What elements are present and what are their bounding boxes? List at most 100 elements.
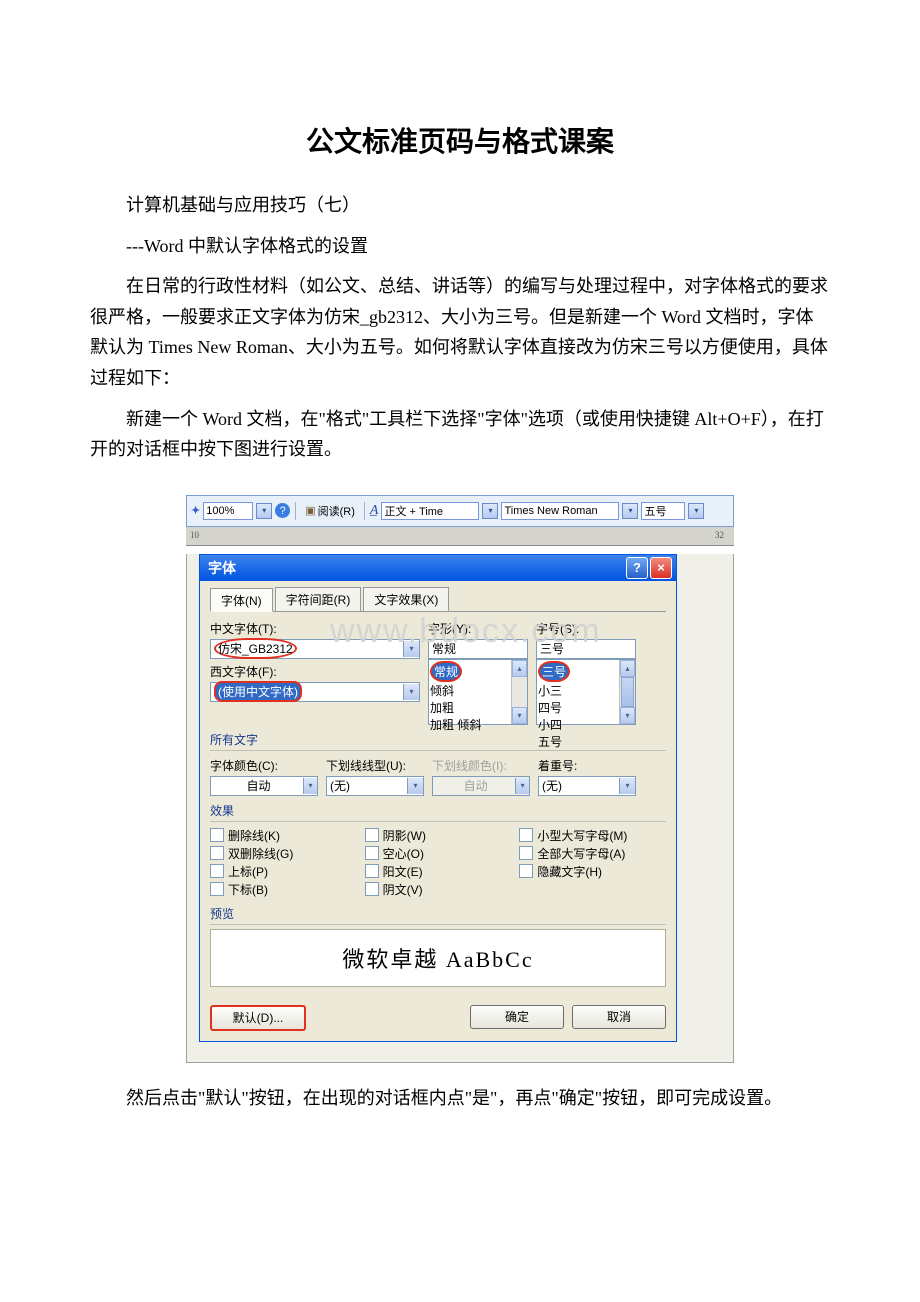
- dstrike-checkbox[interactable]: 双删除线(G): [210, 845, 357, 862]
- scroll-up-icon[interactable]: ▴: [512, 660, 527, 677]
- dialog-body: 字体(N) 字符间距(R) 文字效果(X) 中文字体(T): 仿宋_GB2312…: [200, 581, 676, 1041]
- underline-style-label: 下划线线型(U):: [326, 757, 424, 774]
- underline-style-combo[interactable]: (无) ▾: [326, 776, 424, 796]
- style-listbox[interactable]: 常规 倾斜 加粗 加粗 倾斜 ▴ ▾: [428, 659, 528, 725]
- style-value: 正文 + Time: [384, 503, 443, 519]
- format-painter-icon[interactable]: ✦: [191, 504, 200, 517]
- font-dropdown-arrow-icon[interactable]: ▾: [622, 503, 638, 519]
- divider: [210, 924, 666, 925]
- scroll-thumb[interactable]: [621, 677, 634, 707]
- shadow-checkbox[interactable]: 阴影(W): [365, 827, 512, 844]
- latin-font-label: 西文字体(F):: [210, 663, 420, 680]
- subscript-checkbox[interactable]: 下标(B): [210, 881, 357, 898]
- style-icon[interactable]: A̲: [370, 503, 379, 519]
- engrave-checkbox[interactable]: 阴文(V): [365, 881, 512, 898]
- close-button[interactable]: ×: [650, 557, 672, 579]
- cjk-font-value: 仿宋_GB2312: [214, 638, 297, 659]
- paragraph: ---Word 中默认字体格式的设置: [90, 231, 830, 262]
- font-color-label: 字体颜色(C):: [210, 757, 318, 774]
- cancel-button[interactable]: 取消: [572, 1005, 666, 1029]
- divider: [210, 821, 666, 822]
- chevron-down-icon[interactable]: ▾: [403, 684, 419, 700]
- list-item[interactable]: 五号: [538, 733, 634, 750]
- paragraph: 然后点击"默认"按钮，在出现的对话框内点"是"，再点"确定"按钮，即可完成设置。: [90, 1083, 830, 1114]
- chevron-down-icon[interactable]: ▾: [303, 778, 317, 794]
- latin-font-combo[interactable]: (使用中文字体) ▾: [210, 682, 420, 702]
- ruler-mark: 32: [715, 530, 724, 540]
- underline-color-value: 自动: [436, 777, 515, 794]
- zoom-combo[interactable]: 100%: [203, 502, 253, 520]
- chevron-down-icon[interactable]: ▾: [403, 641, 419, 657]
- reading-label: 阅读(R): [318, 503, 355, 519]
- default-button[interactable]: 默认(D)...: [210, 1005, 306, 1031]
- chevron-down-icon[interactable]: ▾: [407, 778, 423, 794]
- size-label: 字号(S):: [536, 620, 636, 637]
- strike-checkbox[interactable]: 删除线(K): [210, 827, 357, 844]
- superscript-checkbox[interactable]: 上标(P): [210, 863, 357, 880]
- font-color-value: 自动: [214, 777, 303, 794]
- underline-color-combo: 自动 ▾: [432, 776, 530, 796]
- size-combo[interactable]: 五号: [641, 502, 685, 520]
- tab-text-effects[interactable]: 文字效果(X): [363, 587, 449, 611]
- page-title: 公文标准页码与格式课案: [90, 120, 830, 160]
- zoom-dropdown-arrow-icon[interactable]: ▾: [256, 503, 272, 519]
- help-button[interactable]: ?: [626, 557, 648, 579]
- ruler-mark: 10: [190, 530, 199, 540]
- font-combo[interactable]: Times New Roman: [501, 502, 619, 520]
- divider: [210, 750, 666, 751]
- paragraph: 在日常的行政性材料（如公文、总结、讲话等）的编写与处理过程中，对字体格式的要求很…: [90, 271, 830, 393]
- effects-group-label: 效果: [210, 802, 666, 819]
- tab-char-spacing[interactable]: 字符间距(R): [275, 587, 362, 611]
- size-dropdown-arrow-icon[interactable]: ▾: [688, 503, 704, 519]
- screenshot-container: ✦ 100% ▾ ? ▣ 阅读(R) A̲ 正文 + Time ▾ Times …: [186, 495, 734, 1063]
- zoom-value: 100%: [206, 505, 234, 517]
- scroll-down-icon[interactable]: ▾: [512, 707, 527, 724]
- paragraph: 计算机基础与应用技巧（七）: [90, 190, 830, 221]
- cjk-font-label: 中文字体(T):: [210, 620, 420, 637]
- emphasis-label: 着重号:: [538, 757, 636, 774]
- style-dropdown-arrow-icon[interactable]: ▾: [482, 503, 498, 519]
- chevron-down-icon[interactable]: ▾: [619, 778, 635, 794]
- dialog-title: 字体: [208, 558, 236, 578]
- outline-checkbox[interactable]: 空心(O): [365, 845, 512, 862]
- reading-layout-button[interactable]: ▣ 阅读(R): [301, 501, 359, 521]
- underline-style-value: (无): [330, 777, 350, 794]
- emphasis-value: (无): [542, 777, 562, 794]
- preview-text: 微软卓越 AaBbCc: [342, 942, 533, 974]
- emboss-checkbox[interactable]: 阳文(E): [365, 863, 512, 880]
- tab-font[interactable]: 字体(N): [210, 588, 273, 612]
- style-input[interactable]: 常规: [428, 639, 528, 659]
- document-area: 字体 ? × 字体(N) 字符间距(R) 文字效果(X) 中文字体(T):: [186, 554, 734, 1063]
- allcaps-checkbox[interactable]: 全部大写字母(A): [519, 845, 666, 862]
- style-combo[interactable]: 正文 + Time: [381, 502, 479, 520]
- ok-button[interactable]: 确定: [470, 1005, 564, 1029]
- underline-color-label: 下划线颜色(I):: [432, 757, 530, 774]
- hidden-checkbox[interactable]: 隐藏文字(H): [519, 863, 666, 880]
- font-dialog: 字体 ? × 字体(N) 字符间距(R) 文字效果(X) 中文字体(T):: [199, 554, 677, 1042]
- style-label: 字形(Y):: [428, 620, 528, 637]
- list-item[interactable]: 常规: [430, 661, 462, 682]
- preview-group-label: 预览: [210, 905, 666, 922]
- style-value: 常规: [432, 640, 456, 657]
- book-icon: ▣: [305, 504, 315, 517]
- size-listbox[interactable]: 三号 小三 四号 小四 五号 ▴ ▾: [536, 659, 636, 725]
- scrollbar[interactable]: ▴ ▾: [619, 660, 635, 724]
- word-toolbar: ✦ 100% ▾ ? ▣ 阅读(R) A̲ 正文 + Time ▾ Times …: [186, 495, 734, 527]
- size-input[interactable]: 三号: [536, 639, 636, 659]
- scroll-down-icon[interactable]: ▾: [620, 707, 635, 724]
- font-color-combo[interactable]: 自动 ▾: [210, 776, 318, 796]
- emphasis-combo[interactable]: (无) ▾: [538, 776, 636, 796]
- dialog-titlebar[interactable]: 字体 ? ×: [200, 555, 676, 581]
- ruler: 10 32: [186, 527, 734, 546]
- scroll-up-icon[interactable]: ▴: [620, 660, 635, 677]
- scrollbar[interactable]: ▴ ▾: [511, 660, 527, 724]
- dialog-footer: 默认(D)... 确定 取消: [210, 1005, 666, 1031]
- chevron-down-icon: ▾: [515, 778, 529, 794]
- preview-box: 微软卓越 AaBbCc: [210, 929, 666, 987]
- cjk-font-combo[interactable]: 仿宋_GB2312 ▾: [210, 639, 420, 659]
- size-value: 五号: [644, 503, 666, 519]
- smallcaps-checkbox[interactable]: 小型大写字母(M): [519, 827, 666, 844]
- help-icon[interactable]: ?: [275, 503, 290, 518]
- latin-font-value: (使用中文字体): [214, 681, 302, 702]
- list-item[interactable]: 三号: [538, 661, 570, 682]
